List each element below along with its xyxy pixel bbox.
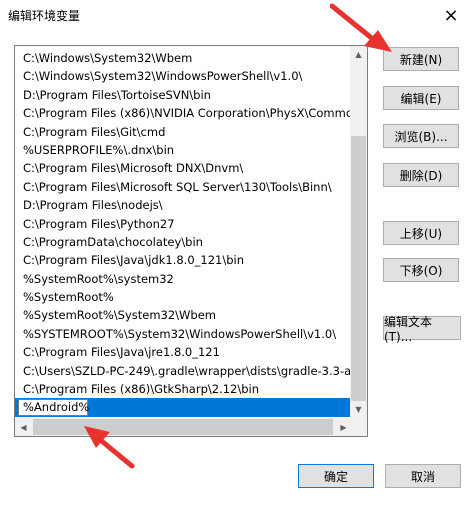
- path-list-item[interactable]: C:\Program Files (x86)\NVIDIA Corporatio…: [15, 104, 352, 122]
- path-listbox[interactable]: C:\Windows\System32\Wbem C:\Windows\Syste…: [14, 45, 368, 437]
- cancel-button[interactable]: 取消: [385, 464, 461, 488]
- delete-button[interactable]: 删除(D): [383, 163, 459, 187]
- scroll-left-arrow-icon[interactable]: ◀: [15, 418, 32, 436]
- path-list-item[interactable]: C:\Program Files\Python27: [15, 215, 352, 233]
- edit-env-var-dialog: 编辑环境变量 × C:\Windows\System32\Wbem C:\Wind…: [0, 0, 474, 505]
- horizontal-scroll-thumb[interactable]: [33, 419, 333, 435]
- scroll-up-arrow-icon[interactable]: ▲: [350, 46, 367, 63]
- path-list-item[interactable]: %SYSTEMROOT%\System32\WindowsPowerShell\…: [15, 325, 352, 343]
- path-list-item[interactable]: D:\Program Files\nodejs\: [15, 196, 352, 214]
- close-button[interactable]: ×: [428, 0, 474, 30]
- ok-button[interactable]: 确定: [298, 464, 374, 488]
- path-list-item[interactable]: C:\Windows\System32\Wbem: [15, 49, 352, 67]
- scroll-down-arrow-icon[interactable]: ▼: [350, 401, 367, 418]
- move-up-button[interactable]: 上移(U): [383, 221, 459, 245]
- new-button[interactable]: 新建(N): [383, 47, 459, 71]
- close-icon: ×: [443, 4, 459, 26]
- edit-button[interactable]: 编辑(E): [383, 86, 459, 110]
- path-list-item-selected[interactable]: %Android%: [15, 398, 352, 417]
- vertical-scroll-thumb[interactable]: [351, 136, 366, 401]
- move-down-button[interactable]: 下移(O): [383, 258, 459, 282]
- path-list-item[interactable]: C:\ProgramData\chocolatey\bin: [15, 233, 352, 251]
- path-list-item[interactable]: C:\Program Files\Java\jre1.8.0_121: [15, 343, 352, 361]
- vertical-scrollbar[interactable]: ▲ ▼: [350, 46, 367, 418]
- horizontal-scrollbar[interactable]: ◀ ▶: [15, 418, 352, 436]
- path-list: C:\Windows\System32\Wbem C:\Windows\Syste…: [15, 49, 352, 417]
- path-list-item[interactable]: %USERPROFILE%\.dnx\bin: [15, 141, 352, 159]
- path-edit-input[interactable]: %Android%: [18, 399, 89, 417]
- scrollbar-corner: [350, 418, 367, 436]
- edit-text-button[interactable]: 编辑文本(T)...: [383, 315, 461, 344]
- path-list-item[interactable]: C:\Program Files\Java\jdk1.8.0_121\bin: [15, 251, 352, 269]
- path-list-item[interactable]: C:\Program Files (x86)\GtkSharp\2.12\bin: [15, 380, 352, 398]
- title-bar: 编辑环境变量 ×: [0, 0, 474, 30]
- path-list-item[interactable]: C:\Users\SZLD-PC-249\.gradle\wrapper\dis…: [15, 362, 352, 380]
- path-list-item[interactable]: D:\Program Files\TortoiseSVN\bin: [15, 86, 352, 104]
- browse-button[interactable]: 浏览(B)...: [383, 124, 459, 148]
- window-title: 编辑环境变量: [8, 9, 81, 23]
- path-list-item[interactable]: C:\Program Files\Git\cmd: [15, 123, 352, 141]
- path-list-item[interactable]: C:\Program Files\Microsoft DNX\Dnvm\: [15, 159, 352, 177]
- path-list-item[interactable]: %SystemRoot%: [15, 288, 352, 306]
- path-list-item[interactable]: C:\Program Files\Microsoft SQL Server\13…: [15, 178, 352, 196]
- path-list-item[interactable]: %SystemRoot%\System32\Wbem: [15, 306, 352, 324]
- path-list-item[interactable]: %SystemRoot%\system32: [15, 270, 352, 288]
- path-list-item[interactable]: C:\Windows\System32\WindowsPowerShell\v1…: [15, 67, 352, 85]
